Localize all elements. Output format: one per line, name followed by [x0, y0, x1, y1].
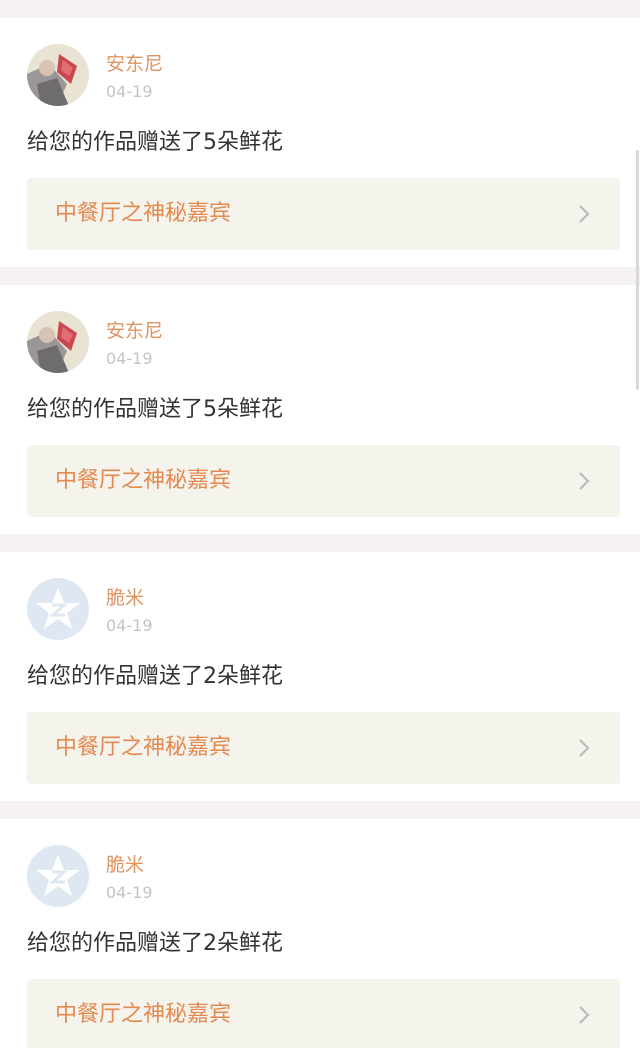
notification-message: 给您的作品赠送了5朵鲜花: [27, 397, 283, 422]
user-name[interactable]: 安东尼: [106, 52, 163, 76]
notification-message: 给您的作品赠送了5朵鲜花: [27, 130, 283, 155]
photo-avatar-icon[interactable]: [27, 44, 89, 106]
chevron-right-icon: [579, 739, 590, 757]
default-star-avatar-icon[interactable]: [27, 578, 89, 640]
user-name[interactable]: 安东尼: [106, 319, 163, 343]
notification-card: 脆米 04-19 给您的作品赠送了2朵鲜花 中餐厅之神秘嘉宾: [0, 819, 640, 1048]
notification-card: 安东尼 04-19 给您的作品赠送了5朵鲜花 中餐厅之神秘嘉宾: [0, 285, 640, 534]
work-link[interactable]: 中餐厅之神秘嘉宾: [27, 712, 620, 784]
separator: [0, 801, 640, 819]
notification-card: 脆米 04-19 给您的作品赠送了2朵鲜花 中餐厅之神秘嘉宾: [0, 552, 640, 801]
separator: [0, 534, 640, 552]
notification-date: 04-19: [106, 616, 153, 635]
notification-message: 给您的作品赠送了2朵鲜花: [27, 931, 283, 956]
chevron-right-icon: [579, 205, 590, 223]
notification-card: 安东尼 04-19 给您的作品赠送了5朵鲜花 中餐厅之神秘嘉宾: [0, 18, 640, 267]
user-name[interactable]: 脆米: [106, 853, 144, 877]
work-link[interactable]: 中餐厅之神秘嘉宾: [27, 979, 620, 1048]
work-title: 中餐厅之神秘嘉宾: [55, 468, 232, 493]
scrollbar[interactable]: [636, 150, 639, 390]
chevron-right-icon: [579, 472, 590, 490]
notification-date: 04-19: [106, 82, 153, 101]
separator: [0, 0, 640, 18]
photo-avatar-icon[interactable]: [27, 311, 89, 373]
chevron-right-icon: [579, 1006, 590, 1024]
work-title: 中餐厅之神秘嘉宾: [55, 1002, 232, 1027]
separator: [0, 267, 640, 285]
work-link[interactable]: 中餐厅之神秘嘉宾: [27, 445, 620, 517]
work-title: 中餐厅之神秘嘉宾: [55, 735, 232, 760]
notification-message: 给您的作品赠送了2朵鲜花: [27, 664, 283, 689]
work-title: 中餐厅之神秘嘉宾: [55, 201, 232, 226]
notification-date: 04-19: [106, 883, 153, 902]
default-star-avatar-icon[interactable]: [27, 845, 89, 907]
notification-feed: 安东尼 04-19 给您的作品赠送了5朵鲜花 中餐厅之神秘嘉宾 安东尼 04-1…: [0, 0, 640, 1048]
work-link[interactable]: 中餐厅之神秘嘉宾: [27, 178, 620, 250]
notification-date: 04-19: [106, 349, 153, 368]
user-name[interactable]: 脆米: [106, 586, 144, 610]
